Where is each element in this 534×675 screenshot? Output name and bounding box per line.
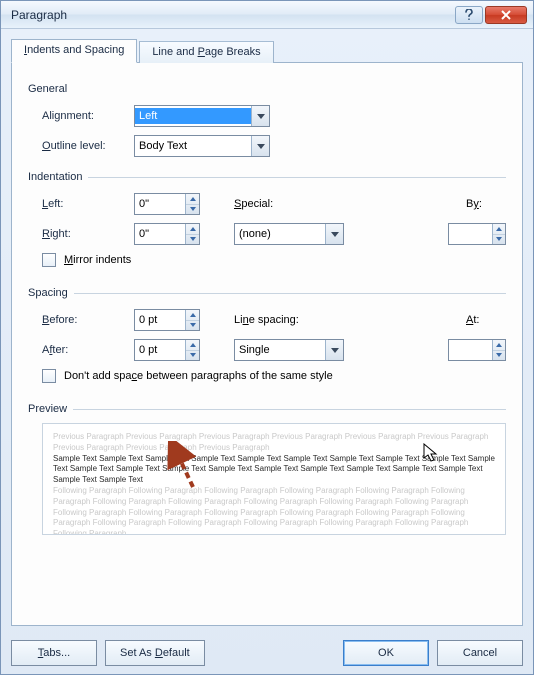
alignment-label: Alignment: xyxy=(42,110,134,122)
indent-right-label: Right: xyxy=(42,228,134,240)
indent-left-spinner[interactable] xyxy=(134,193,200,215)
section-general: General xyxy=(28,83,506,95)
set-default-button[interactable]: Set As Default xyxy=(105,640,205,666)
at-label: At: xyxy=(466,314,506,326)
no-space-label: Don't add space between paragraphs of th… xyxy=(64,370,333,382)
spin-down-icon[interactable] xyxy=(186,235,199,245)
section-preview: Preview xyxy=(28,403,73,415)
preview-previous: Previous Paragraph Previous Paragraph Pr… xyxy=(53,432,495,454)
dialog-title: Paragraph xyxy=(11,8,453,22)
indent-right-spinner[interactable] xyxy=(134,223,200,245)
outline-combo[interactable]: Body Text xyxy=(134,135,270,157)
at-spinner[interactable] xyxy=(448,339,506,361)
tab-line-page-breaks[interactable]: Line and Page Breaks xyxy=(139,41,273,63)
line-spacing-combo[interactable]: Single xyxy=(234,339,344,361)
section-spacing: Spacing xyxy=(28,287,74,299)
spin-up-icon[interactable] xyxy=(186,310,199,321)
preview-sample: Sample Text Sample Text Sample Text Samp… xyxy=(53,454,495,486)
help-button[interactable] xyxy=(455,6,483,24)
spin-up-icon[interactable] xyxy=(493,224,505,235)
tab-indents-spacing[interactable]: Indents and Spacing xyxy=(11,39,137,63)
close-icon xyxy=(500,10,512,20)
tab-bar: Indents and Spacing Line and Page Breaks xyxy=(11,39,523,63)
indent-right-value[interactable] xyxy=(135,226,185,242)
after-spinner[interactable] xyxy=(134,339,200,361)
at-value[interactable] xyxy=(449,342,492,358)
special-label: Special: xyxy=(234,198,312,210)
section-indentation: Indentation xyxy=(28,171,88,183)
after-value[interactable] xyxy=(135,342,185,358)
tab-panel: General Alignment: Left Outline level: B… xyxy=(11,62,523,626)
no-space-checkbox[interactable] xyxy=(42,369,56,383)
spin-down-icon[interactable] xyxy=(186,351,199,361)
ok-button[interactable]: OK xyxy=(343,640,429,666)
cancel-button[interactable]: Cancel xyxy=(437,640,523,666)
dropdown-icon xyxy=(251,106,269,126)
spin-up-icon[interactable] xyxy=(493,340,505,351)
mirror-indents-checkbox[interactable] xyxy=(42,253,56,267)
before-label: Before: xyxy=(42,314,134,326)
help-icon xyxy=(464,9,474,21)
by-spinner[interactable] xyxy=(448,223,506,245)
by-label: By: xyxy=(466,198,506,210)
spin-down-icon[interactable] xyxy=(493,235,505,245)
indent-left-label: Left: xyxy=(42,198,134,210)
dropdown-icon xyxy=(325,224,343,244)
preview-following: Following Paragraph Following Paragraph … xyxy=(53,486,495,535)
line-spacing-label: Line spacing: xyxy=(234,314,324,326)
before-value[interactable] xyxy=(135,312,185,328)
mirror-indents-label: Mirror indents xyxy=(64,254,131,266)
alignment-value: Left xyxy=(135,108,251,124)
after-label: After: xyxy=(42,344,134,356)
preview-box: Previous Paragraph Previous Paragraph Pr… xyxy=(42,423,506,535)
outline-value: Body Text xyxy=(135,138,251,154)
line-spacing-value: Single xyxy=(235,342,325,358)
indent-left-value[interactable] xyxy=(135,196,185,212)
dropdown-icon xyxy=(251,136,269,156)
spin-up-icon[interactable] xyxy=(186,194,199,205)
spin-down-icon[interactable] xyxy=(493,351,505,361)
special-combo[interactable]: (none) xyxy=(234,223,344,245)
tab-label: ndents and Spacing xyxy=(27,44,124,56)
spin-down-icon[interactable] xyxy=(186,321,199,331)
tabs-button[interactable]: Tabs... xyxy=(11,640,97,666)
close-button[interactable] xyxy=(485,6,527,24)
outline-label: Outline level: xyxy=(42,140,134,152)
titlebar: Paragraph xyxy=(1,1,533,29)
alignment-combo[interactable]: Left xyxy=(134,105,270,127)
spin-up-icon[interactable] xyxy=(186,224,199,235)
by-value[interactable] xyxy=(449,226,492,242)
spin-down-icon[interactable] xyxy=(186,205,199,215)
before-spinner[interactable] xyxy=(134,309,200,331)
special-value: (none) xyxy=(235,226,325,242)
dropdown-icon xyxy=(325,340,343,360)
spin-up-icon[interactable] xyxy=(186,340,199,351)
button-bar: Tabs... Set As Default OK Cancel xyxy=(11,640,523,666)
